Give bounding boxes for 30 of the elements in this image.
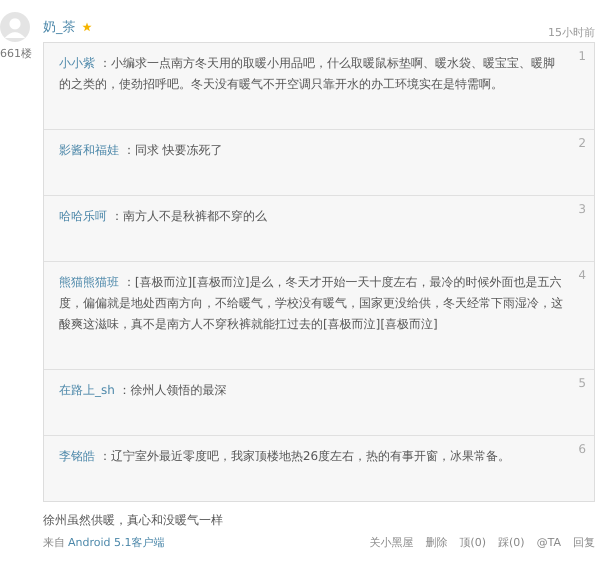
action-link[interactable]: 删除 [425, 535, 448, 550]
quote-author-link[interactable]: 小小紫 [59, 56, 95, 70]
quote-text: 小小紫 ：小编求一点南方冬天用的取暖小用品吧，什么取暖鼠标垫啊、暖水袋、暖宝宝、暖脚的之类的，使劲招呼吧。冬天没有暖气不开空调只靠开水的办工环境实在是特需啊。 [59, 55, 556, 93]
quote-number: 4 [578, 268, 586, 282]
quote-number: 5 [578, 376, 586, 390]
quote-text: 影酱和福娃 ：同求 快要冻死了 [59, 142, 224, 159]
action-link[interactable]: @TA [536, 536, 561, 549]
quote-number: 2 [578, 136, 586, 150]
floor-number: 661楼 [0, 46, 32, 61]
action-link[interactable]: 顶(0) [459, 535, 486, 550]
quote-author-link[interactable]: 在路上_sh [59, 383, 115, 397]
quote-author-link[interactable]: 李铭皓 [59, 449, 95, 463]
quote-text: 在路上_sh ：徐州人领悟的最深 [59, 382, 228, 399]
quote-text: 哈哈乐呵 ：南方人不是秋裤都不穿的么 [59, 208, 268, 225]
action-link[interactable]: 踩(0) [498, 535, 525, 550]
quote-number: 3 [578, 202, 586, 216]
quote-number: 6 [578, 442, 586, 456]
quote-author-link[interactable]: 影酱和福娃 [59, 143, 119, 157]
quote-text: 熊猫熊猫班 ：[喜极而泣][喜极而泣]是么，冬天才开始一天十度左右，最冷的时候外面也是五六度，偏偏就是地处西南方向，不给暖气，学校没有暖气，国家更没给供，冬天经常下雨湿冷，这酸爽这滋味，真不是南方人不穿秋裤就能扛过去的[喜极而泣][喜极而泣] [59, 274, 564, 333]
quote-text: 李铭皓 ：辽宁室外最近零度吧，我家顶楼地热26度左右，热的有事开窗，冰果常备。 [59, 448, 512, 465]
quote-author-link[interactable]: 熊猫熊猫班 [59, 275, 119, 289]
quote-number: 1 [578, 49, 586, 63]
post-time: 15小时前 [548, 24, 595, 40]
action-link[interactable]: 关小黑屋 [369, 535, 414, 550]
comment-text: 徐州虽然供暖，真心和没暖气一样 [43, 512, 224, 529]
quote-author-link[interactable]: 哈哈乐呵 [59, 209, 107, 223]
source-label: 来自 [43, 535, 65, 550]
author-link[interactable]: 奶_茶 [43, 18, 76, 36]
source-link[interactable]: Android 5.1客户端 [68, 535, 165, 550]
action-link[interactable]: 回复 [573, 535, 595, 550]
